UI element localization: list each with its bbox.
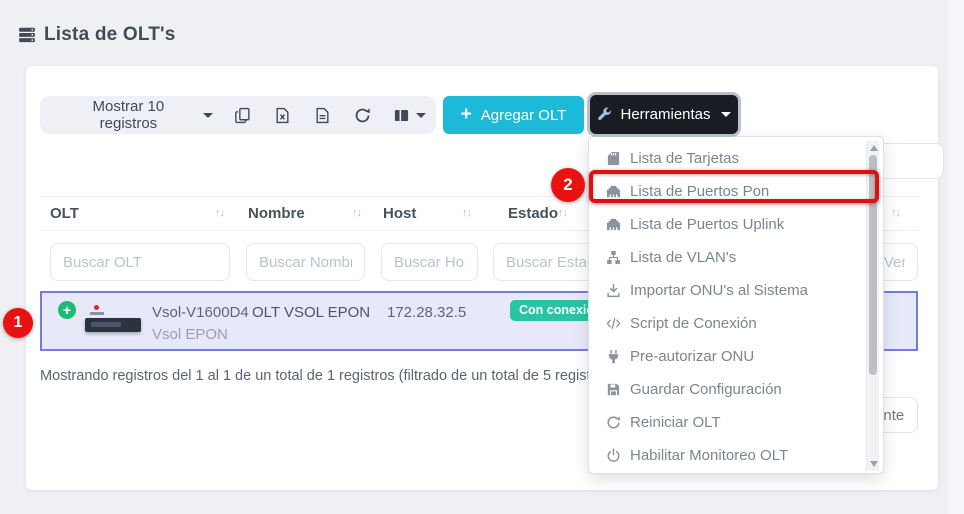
download-icon	[606, 283, 621, 298]
copy-icon	[234, 107, 251, 124]
column-header-estado[interactable]: Estado	[508, 205, 558, 222]
server-stack-icon	[18, 26, 36, 44]
menu-item-reiniciar-olt[interactable]: Reiniciar OLT	[589, 406, 883, 439]
network-icon	[606, 250, 621, 265]
annotation-step-2: 2	[551, 168, 585, 202]
menu-item-script-de-conexion[interactable]: Script de Conexión	[589, 307, 883, 340]
sync-icon	[606, 415, 621, 430]
annotation-step-1: 1	[3, 308, 33, 338]
filter-host-input[interactable]	[381, 243, 478, 281]
column-header-host[interactable]: Host	[383, 205, 416, 222]
menu-item-label: Pre-autorizar ONU	[630, 348, 754, 365]
page-length-dropdown[interactable]: Mostrar 10 registros	[40, 98, 223, 132]
filter-estado-input[interactable]	[493, 243, 603, 281]
filter-nombre-input[interactable]	[246, 243, 365, 281]
olt-type-cell: Vsol EPON	[152, 326, 228, 343]
menu-item-label: Lista de Tarjetas	[630, 150, 739, 167]
chevron-down-icon	[203, 113, 213, 118]
wrench-icon	[597, 107, 612, 122]
olt-model-cell: Vsol-V1600D4	[152, 304, 249, 321]
menu-item-pre-autorizar-onu[interactable]: Pre-autorizar ONU	[589, 340, 883, 373]
code-icon	[606, 316, 621, 331]
menu-item-lista-de-puertos-uplink[interactable]: Lista de Puertos Uplink	[589, 208, 883, 241]
chevron-down-icon	[721, 112, 731, 117]
page-title: Lista de OLT's	[18, 24, 176, 46]
copy-button[interactable]	[223, 97, 263, 133]
scroll-down-arrow-icon[interactable]	[870, 461, 878, 467]
tools-label: Herramientas	[620, 106, 710, 123]
olt-host-cell: 172.28.32.5	[387, 304, 466, 321]
add-olt-label: Agregar OLT	[481, 107, 567, 124]
olt-name-cell: OLT VSOL EPON	[252, 304, 370, 321]
file-lines-icon	[314, 107, 331, 124]
refresh-icon	[354, 107, 371, 124]
filter-olt-input[interactable]	[50, 243, 230, 281]
sort-icon[interactable]: ↑↓	[891, 207, 900, 219]
table-toolbar: Mostrar 10 registros	[40, 96, 436, 134]
menu-item-habilitar-monitoreo[interactable]: Habilitar Monitoreo OLT	[589, 439, 883, 472]
sort-icon[interactable]: ↑↓	[558, 207, 567, 219]
chevron-down-icon	[416, 113, 426, 118]
olt-list-page: Lista de OLT's Mostrar 10 registros	[0, 0, 964, 514]
column-header-nombre[interactable]: Nombre	[248, 205, 305, 222]
menu-item-label: Lista de Puertos Uplink	[630, 216, 784, 233]
menu-item-label: Importar ONU's al Sistema	[630, 282, 808, 299]
column-header-olt[interactable]: OLT	[50, 205, 79, 222]
menu-item-label: Reiniciar OLT	[630, 414, 721, 431]
plus-icon: +	[461, 105, 472, 124]
sort-icon[interactable]: ↑↓	[352, 207, 361, 219]
menu-item-lista-de-vlans[interactable]: Lista de VLAN's	[589, 241, 883, 274]
excel-export-button[interactable]	[263, 97, 303, 133]
sd-card-icon	[606, 151, 621, 166]
menu-item-label: Habilitar Monitoreo OLT	[630, 447, 788, 464]
columns-icon	[393, 107, 410, 124]
column-visibility-button[interactable]	[382, 97, 436, 133]
sort-icon[interactable]: ↑↓	[215, 207, 224, 219]
scroll-up-arrow-icon[interactable]	[870, 145, 878, 151]
plug-icon	[606, 349, 621, 364]
page-length-label: Mostrar 10 registros	[62, 98, 195, 132]
refresh-table-button[interactable]	[342, 97, 382, 133]
menu-item-label: Script de Conexión	[630, 315, 757, 332]
menu-item-guardar-configuracion[interactable]: Guardar Configuración	[589, 373, 883, 406]
excel-export-icon	[274, 107, 291, 124]
power-icon	[606, 448, 621, 463]
menu-item-importar-onus[interactable]: Importar ONU's al Sistema	[589, 274, 883, 307]
menu-item-label: Lista de VLAN's	[630, 249, 736, 266]
tools-dropdown-button[interactable]: Herramientas	[590, 95, 738, 134]
expand-row-icon[interactable]: +	[58, 301, 76, 319]
sort-icon[interactable]: ↑↓	[462, 207, 471, 219]
ethernet-icon	[606, 217, 621, 232]
page-title-text: Lista de OLT's	[44, 24, 176, 46]
add-olt-button[interactable]: + Agregar OLT	[443, 96, 584, 134]
pdf-export-button[interactable]	[303, 97, 343, 133]
annotation-highlight-box	[589, 170, 879, 203]
page-scroll-gutter	[948, 0, 964, 514]
olt-device-thumbnail	[84, 300, 144, 344]
menu-item-label: Guardar Configuración	[630, 381, 782, 398]
save-icon	[606, 382, 621, 397]
